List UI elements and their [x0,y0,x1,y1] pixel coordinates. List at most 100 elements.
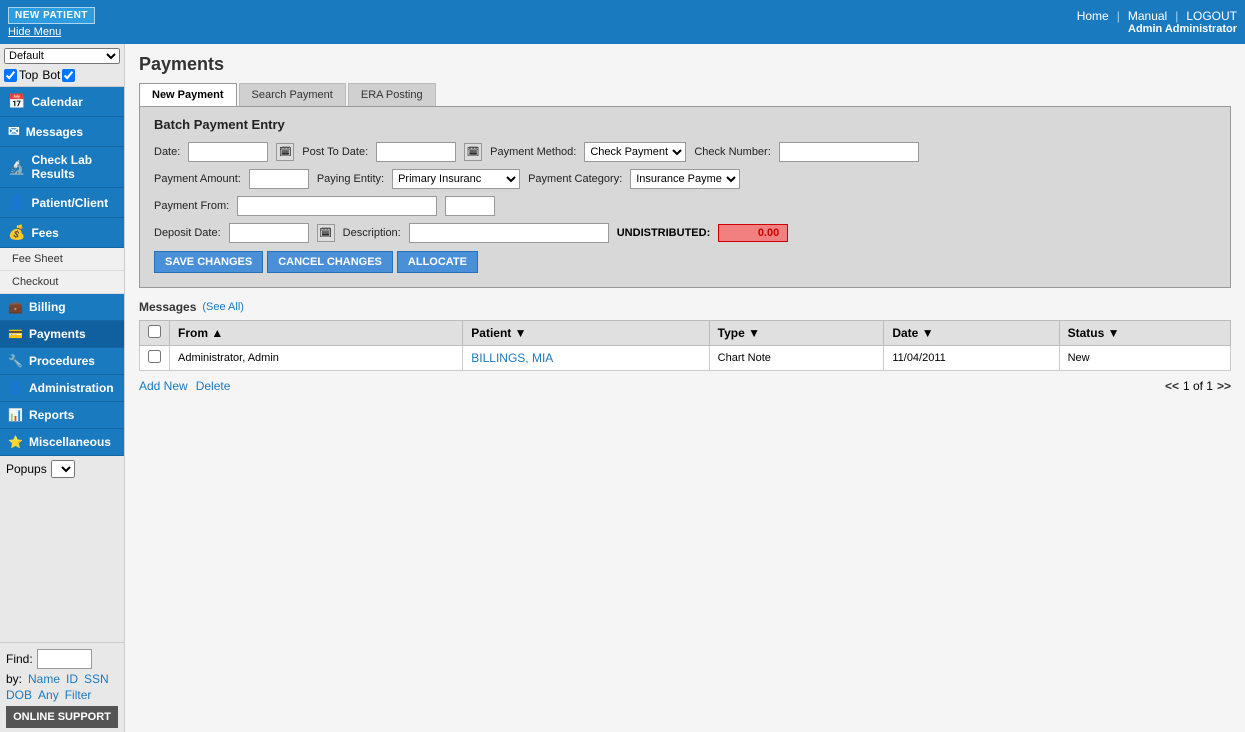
payment-category-select[interactable]: Insurance Payme Patient Payment Other [630,169,740,189]
th-type[interactable]: Type ▼ [709,321,884,346]
payment-amount-input[interactable]: 0.00 [249,169,309,189]
date-input[interactable] [188,142,268,162]
th-checkbox[interactable] [140,321,170,346]
bot-checkbox[interactable] [62,69,75,82]
find-by-dob[interactable]: DOB [6,688,32,702]
main-content: Payments New Payment Search Payment ERA … [125,44,1245,732]
nav-sep2: | [1175,9,1178,23]
home-link[interactable]: Home [1077,9,1109,23]
th-patient[interactable]: Patient ▼ [463,321,709,346]
deposit-date-input[interactable] [229,223,309,243]
th-from[interactable]: From ▲ [170,321,463,346]
row-checkbox-cell [140,346,170,371]
th-type-label: Type ▼ [718,326,760,340]
pagination-prev[interactable]: << [1165,379,1179,393]
add-new-link[interactable]: Add New [139,379,188,393]
top-checkbox[interactable] [4,69,17,82]
post-to-date-calendar-button[interactable]: 🗓 [464,143,482,161]
logout-link[interactable]: LOGOUT [1186,9,1237,23]
description-input[interactable] [409,223,609,243]
payment-from-input[interactable] [237,196,437,216]
find-input[interactable] [37,649,92,669]
find-by-ssn[interactable]: SSN [84,672,109,686]
sidebar-item-checkout[interactable]: Checkout [0,271,124,294]
online-support-button[interactable]: ONLINE SUPPORT [6,706,118,728]
paying-entity-select[interactable]: Primary Insuranc Secondary Insurance Pat… [392,169,520,189]
sidebar-topbot: Top Bot [4,68,120,82]
find-row: Find: [6,649,118,669]
bot-checkbox-label[interactable]: Bot [42,68,75,82]
top-nav: Home | Manual | LOGOUT [1077,9,1237,23]
misc-icon: ⭐ [8,435,23,449]
payment-method-select[interactable]: Check Payment Cash Credit Card EFT [584,142,686,162]
find-by-any[interactable]: Any [38,688,59,702]
admin-icon: 👤 [8,381,23,395]
row-checkbox[interactable] [148,350,161,363]
action-buttons: SAVE CHANGES CANCEL CHANGES ALLOCATE [154,251,1216,273]
lab-icon: 🔬 [8,159,25,176]
procedures-label: Procedures [29,354,95,368]
check-number-input[interactable] [779,142,919,162]
th-from-label: From ▲ [178,326,223,340]
billing-label: Billing [29,300,66,314]
patient-link[interactable]: BILLINGS, MIA [471,351,553,365]
sidebar-item-calendar[interactable]: 📅 Calendar [0,87,124,117]
find-label: Find: [6,652,33,666]
sidebar-item-reports[interactable]: 📊 Reports [0,402,124,429]
find-by-filter[interactable]: Filter [65,688,92,702]
post-to-date-input[interactable]: 12/29/2011 [376,142,456,162]
payment-from-input2[interactable] [445,196,495,216]
sidebar-select[interactable]: Default [4,48,120,64]
new-patient-button[interactable]: NEW PATIENT [8,7,95,24]
top-checkbox-label[interactable]: Top [4,68,38,82]
cancel-changes-button[interactable]: CANCEL CHANGES [267,251,393,273]
billing-icon: 💼 [8,300,23,314]
batch-box-title: Batch Payment Entry [154,117,1216,132]
nav-sep1: | [1117,9,1120,23]
allocate-button[interactable]: ALLOCATE [397,251,478,273]
table-header-row: From ▲ Patient ▼ Type ▼ Date ▼ Status ▼ [140,321,1231,346]
popups-select[interactable] [51,460,75,478]
sidebar-item-fees[interactable]: 💰 Fees [0,218,124,248]
row-date-cell: 11/04/2011 [884,346,1059,371]
sidebar-item-fee-sheet[interactable]: Fee Sheet [0,248,124,271]
hide-menu-link[interactable]: Hide Menu [8,26,95,38]
th-status[interactable]: Status ▼ [1059,321,1230,346]
sidebar-item-administration[interactable]: 👤 Administration [0,375,124,402]
delete-link[interactable]: Delete [196,379,231,393]
sidebar-item-payments[interactable]: 💳 Payments [0,321,124,348]
calendar-icon: 📅 [8,93,25,110]
fees-icon: 💰 [8,224,25,241]
find-by-name[interactable]: Name [28,672,60,686]
row-patient-cell: BILLINGS, MIA [463,346,709,371]
tab-era-posting[interactable]: ERA Posting [348,83,436,106]
fees-label: Fees [31,226,58,240]
top-bar-right: Home | Manual | LOGOUT Admin Administrat… [1077,9,1237,35]
payment-from-label: Payment From: [154,200,229,212]
manual-link[interactable]: Manual [1128,9,1167,23]
procedures-icon: 🔧 [8,354,23,368]
sidebar-item-billing[interactable]: 💼 Billing [0,294,124,321]
select-all-checkbox[interactable] [148,325,161,338]
payments-label: Payments [29,327,86,341]
pagination-next[interactable]: >> [1217,379,1231,393]
messages-header: Messages (See All) [139,300,1231,314]
sidebar-item-misc[interactable]: ⭐ Miscellaneous [0,429,124,456]
find-by-id[interactable]: ID [66,672,78,686]
messages-icon: ✉ [8,123,20,140]
deposit-date-calendar-button[interactable]: 🗓 [317,224,335,242]
layout: Default Top Bot 📅 Calendar ✉ Messages [0,44,1245,732]
tab-search-payment[interactable]: Search Payment [239,83,346,106]
date-calendar-button[interactable]: 🗓 [276,143,294,161]
see-all-link[interactable]: (See All) [202,301,244,313]
sidebar-item-patient[interactable]: 👤 Patient/Client [0,188,124,218]
tab-new-payment[interactable]: New Payment [139,83,237,106]
th-date[interactable]: Date ▼ [884,321,1059,346]
sidebar-item-check-lab[interactable]: 🔬 Check Lab Results [0,147,124,188]
save-changes-button[interactable]: SAVE CHANGES [154,251,263,273]
find-by-label: by: [6,672,22,686]
pagination-info: 1 of 1 [1183,379,1213,393]
sidebar-item-procedures[interactable]: 🔧 Procedures [0,348,124,375]
administration-label: Administration [29,381,114,395]
sidebar-item-messages[interactable]: ✉ Messages [0,117,124,147]
